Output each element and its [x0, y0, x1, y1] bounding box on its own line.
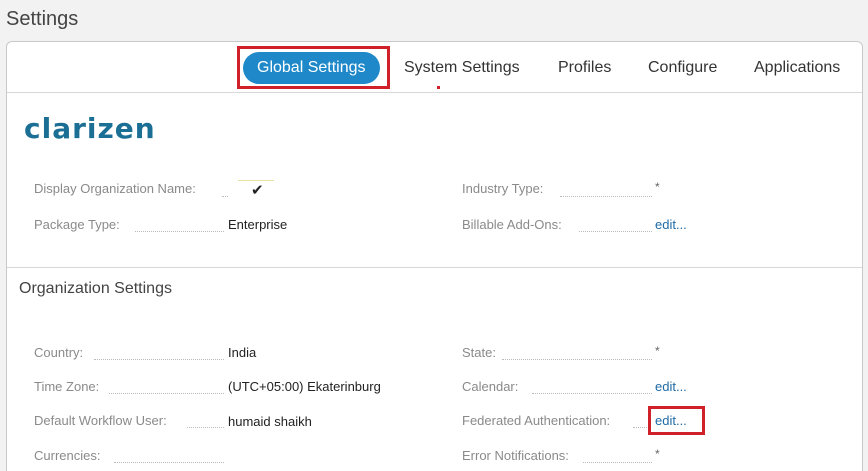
- billable-addons-label: Billable Add-Ons:: [462, 217, 562, 232]
- currencies-label: Currencies:: [34, 448, 101, 463]
- calendar-label: Calendar:: [462, 379, 519, 394]
- leader-line: [583, 462, 652, 463]
- leader-line: [135, 231, 224, 232]
- settings-panel: Global Settings System Settings Profiles…: [6, 41, 863, 471]
- tab-applications[interactable]: Applications: [754, 52, 840, 84]
- state-label: State:: [462, 345, 496, 360]
- highlight-box-federated-auth: [648, 406, 705, 435]
- industry-type-label: Industry Type:: [462, 181, 544, 196]
- country-value: India: [228, 345, 257, 360]
- tab-bar: Global Settings System Settings Profiles…: [7, 42, 862, 93]
- timezone-value: (UTC+05:00) Ekaterinburg: [228, 379, 381, 394]
- leader-line: [222, 196, 228, 197]
- package-type-value: Enterprise: [228, 217, 288, 232]
- country-label: Country:: [34, 345, 84, 360]
- required-marker: *: [655, 447, 660, 461]
- leader-line: [532, 393, 652, 394]
- required-marker: *: [655, 180, 660, 194]
- red-marker: [437, 86, 440, 89]
- timezone-label: Time Zone:: [34, 379, 100, 394]
- calendar-edit-link[interactable]: edit...: [655, 379, 687, 394]
- leader-line: [94, 359, 224, 360]
- display-org-name-label: Display Organization Name:: [34, 181, 196, 196]
- leader-line: [187, 427, 224, 428]
- tab-system-settings[interactable]: System Settings: [404, 52, 520, 84]
- leader-line: [560, 196, 652, 197]
- leader-line: [502, 359, 652, 360]
- package-type-label: Package Type:: [34, 217, 120, 232]
- leader-line: [109, 393, 224, 394]
- required-marker: *: [655, 344, 660, 358]
- display-org-name-checkbox[interactable]: ✔: [251, 181, 264, 199]
- section-divider: [7, 267, 862, 268]
- org-settings-title: Organization Settings: [19, 280, 172, 297]
- tab-profiles[interactable]: Profiles: [558, 52, 611, 84]
- workflow-user-value: humaid shaikh: [228, 414, 312, 429]
- clarizen-logo: clarizen: [24, 112, 156, 145]
- error-notifications-label: Error Notifications:: [462, 448, 569, 463]
- tab-configure[interactable]: Configure: [648, 52, 717, 84]
- highlight-box-global-settings: [237, 46, 390, 89]
- billable-addons-edit-link[interactable]: edit...: [655, 217, 687, 232]
- workflow-user-label: Default Workflow User:: [34, 413, 167, 428]
- federated-auth-label: Federated Authentication:: [462, 413, 611, 428]
- leader-line: [114, 462, 224, 463]
- leader-line: [579, 231, 652, 232]
- page-title: Settings: [6, 8, 79, 30]
